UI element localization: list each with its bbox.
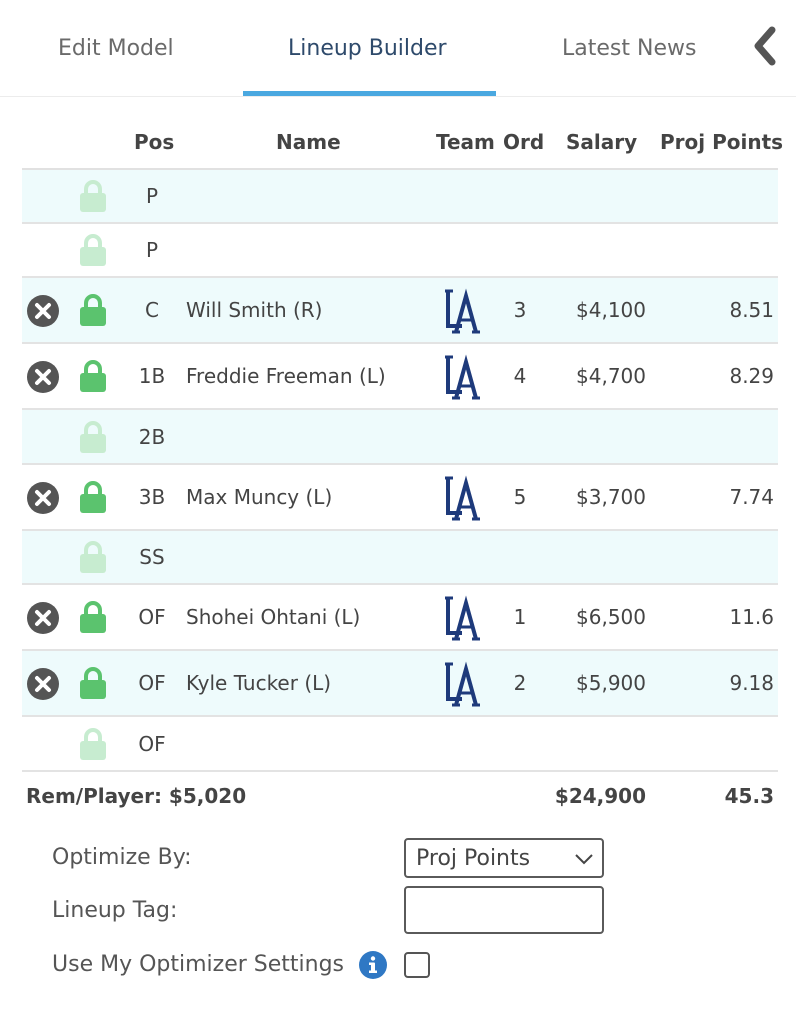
header-name: Name <box>276 130 341 154</box>
tab-edit-model[interactable]: Edit Model <box>58 36 174 61</box>
total-salary: $24,900 <box>554 784 646 808</box>
lock-icon[interactable] <box>78 233 108 267</box>
position-cell: OF <box>138 671 166 695</box>
proj-points-cell: 7.74 <box>729 485 774 509</box>
lock-icon[interactable] <box>78 359 108 393</box>
dodgers-la-logo-icon <box>442 288 482 334</box>
position-cell: 2B <box>138 425 166 449</box>
proj-points-cell: 11.6 <box>729 605 774 629</box>
table-row: OF Kyle Tucker (L) 2 $5,900 9.18 <box>22 651 778 717</box>
table-row: 2B <box>22 410 778 465</box>
salary-cell: $3,700 <box>576 485 646 509</box>
tab-lineup-builder[interactable]: Lineup Builder <box>288 36 447 61</box>
lock-icon[interactable] <box>78 420 108 454</box>
lock-icon[interactable] <box>78 540 108 574</box>
header-salary: Salary <box>566 130 638 154</box>
dodgers-la-logo-icon <box>442 661 482 707</box>
table-row: C Will Smith (R) 3 $4,100 8.51 <box>22 278 778 344</box>
position-cell: 1B <box>138 364 166 388</box>
use-optimizer-settings-checkbox[interactable] <box>404 952 430 978</box>
chevron-left-icon[interactable] <box>748 26 782 66</box>
position-cell: C <box>145 298 159 322</box>
lock-icon[interactable] <box>78 600 108 634</box>
table-row: P <box>22 224 778 278</box>
table-row: 3B Max Muncy (L) 5 $3,700 7.74 <box>22 465 778 531</box>
dodgers-la-logo-icon <box>442 354 482 400</box>
position-cell: 3B <box>138 485 166 509</box>
salary-cell: $4,700 <box>576 364 646 388</box>
position-cell: SS <box>139 545 165 569</box>
active-tab-indicator <box>243 91 496 96</box>
salary-cell: $6,500 <box>576 605 646 629</box>
player-name[interactable]: Will Smith (R) <box>186 298 322 322</box>
tab-latest-news[interactable]: Latest News <box>562 36 696 61</box>
lineup-tag-label: Lineup Tag: <box>52 898 178 923</box>
optimize-by-value: Proj Points <box>416 846 531 871</box>
table-row: 1B Freddie Freeman (L) 4 $4,700 8.29 <box>22 344 778 410</box>
dodgers-la-logo-icon <box>442 475 482 521</box>
header-team: Team <box>436 130 495 154</box>
lock-icon[interactable] <box>78 727 108 761</box>
lineup-tag-input[interactable] <box>404 886 604 934</box>
chevron-down-icon <box>575 854 593 865</box>
position-cell: P <box>145 238 159 262</box>
proj-points-cell: 8.51 <box>729 298 774 322</box>
position-cell: P <box>145 184 159 208</box>
remove-player-icon[interactable] <box>26 481 60 515</box>
batting-order: 5 <box>513 485 527 509</box>
lock-icon[interactable] <box>78 293 108 327</box>
lock-icon[interactable] <box>78 480 108 514</box>
totals-row: Rem/Player: $5,020 $24,900 45.3 <box>26 784 778 814</box>
batting-order: 1 <box>513 605 527 629</box>
use-optimizer-settings-label: Use My Optimizer Settings <box>52 952 345 977</box>
player-name[interactable]: Shohei Ohtani (L) <box>186 605 360 629</box>
header-ord: Ord <box>503 130 545 154</box>
salary-cell: $4,100 <box>576 298 646 322</box>
optimize-by-select[interactable]: Proj Points <box>404 838 604 878</box>
tab-bar: Edit Model Lineup Builder Latest News <box>0 0 796 97</box>
table-row: OF Shohei Ohtani (L) 1 $6,500 11.6 <box>22 585 778 651</box>
position-cell: OF <box>138 605 166 629</box>
player-name[interactable]: Max Muncy (L) <box>186 485 332 509</box>
proj-points-cell: 8.29 <box>729 364 774 388</box>
remove-player-icon[interactable] <box>26 294 60 328</box>
dodgers-la-logo-icon <box>442 595 482 641</box>
batting-order: 4 <box>513 364 527 388</box>
table-row: OF <box>22 717 778 772</box>
header-proj-points: Proj Points <box>660 130 784 154</box>
salary-cell: $5,900 <box>576 671 646 695</box>
remove-player-icon[interactable] <box>26 667 60 701</box>
table-row: SS <box>22 531 778 585</box>
table-row: P <box>22 170 778 224</box>
info-icon[interactable] <box>358 950 388 980</box>
player-name[interactable]: Kyle Tucker (L) <box>186 671 331 695</box>
rem-per-player: Rem/Player: $5,020 <box>26 784 247 808</box>
proj-points-cell: 9.18 <box>729 671 774 695</box>
batting-order: 3 <box>513 298 527 322</box>
remove-player-icon[interactable] <box>26 601 60 635</box>
position-cell: OF <box>138 732 166 756</box>
lock-icon[interactable] <box>78 666 108 700</box>
player-name[interactable]: Freddie Freeman (L) <box>186 364 386 388</box>
lock-icon[interactable] <box>78 179 108 213</box>
optimize-by-label: Optimize By: <box>52 845 192 870</box>
header-pos: Pos <box>134 130 175 154</box>
batting-order: 2 <box>513 671 527 695</box>
total-proj-points: 45.3 <box>724 784 774 808</box>
remove-player-icon[interactable] <box>26 360 60 394</box>
